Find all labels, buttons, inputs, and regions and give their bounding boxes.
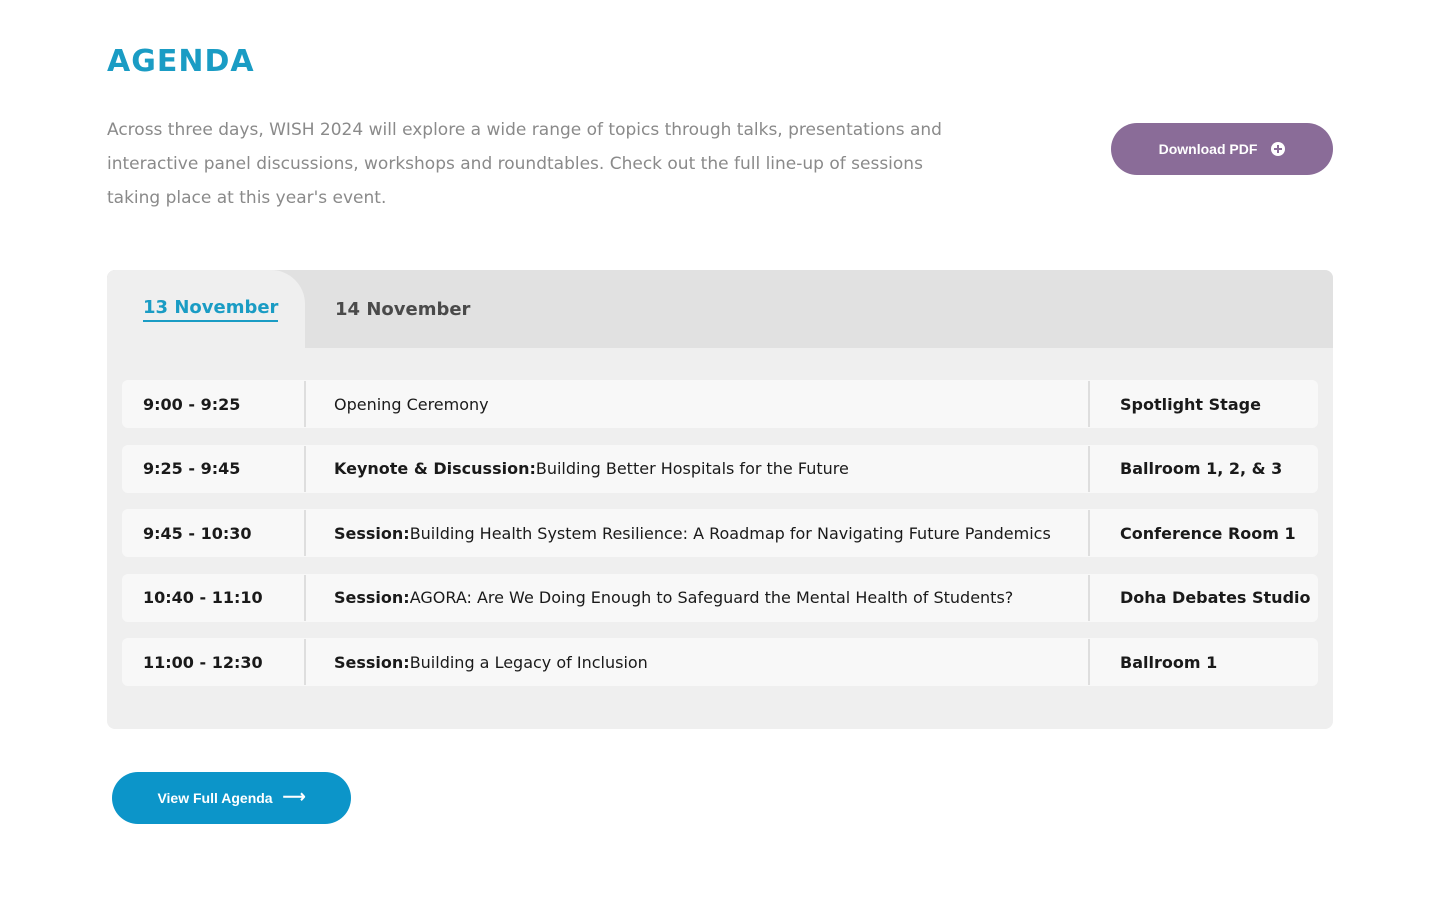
- agenda-page: AGENDA Across three days, WISH 2024 will…: [0, 0, 1440, 900]
- session-location: Doha Debates Studio: [1120, 588, 1311, 607]
- tab-14-november[interactable]: 14 November: [335, 270, 470, 348]
- agenda-panel: 13 November 14 November 9:00 - 9:25 Open…: [107, 270, 1333, 729]
- session-title-cell: Keynote & Discussion: Building Better Ho…: [306, 445, 1090, 492]
- session-title: Building a Legacy of Inclusion: [409, 652, 648, 672]
- session-list: 9:00 - 9:25 Opening Ceremony Spotlight S…: [122, 380, 1318, 703]
- session-row[interactable]: 9:00 - 9:25 Opening Ceremony Spotlight S…: [122, 380, 1318, 428]
- session-type-label: Session:: [334, 652, 410, 672]
- session-time: 9:25 - 9:45: [122, 445, 306, 492]
- tab-label: 13 November: [143, 297, 279, 322]
- session-location: Spotlight Stage: [1120, 394, 1261, 414]
- session-title: Building Better Hospitals for the Future: [535, 459, 849, 478]
- session-row[interactable]: 9:45 - 10:30 Session: Building Health Sy…: [122, 509, 1318, 557]
- session-row[interactable]: 10:40 - 11:10 Session: AGORA: Are We Doi…: [122, 573, 1318, 622]
- view-full-agenda-label: View Full Agenda: [157, 790, 273, 806]
- date-tabs: 13 November 14 November: [107, 270, 1333, 348]
- download-pdf-button[interactable]: Download PDF: [1111, 123, 1333, 175]
- session-type-label: Session:: [334, 523, 410, 543]
- tab-label: 14 November: [335, 298, 471, 320]
- session-type-label: Session:: [334, 588, 410, 607]
- session-title-cell: Session: Building a Legacy of Inclusion: [306, 639, 1090, 685]
- session-type-label: Keynote & Discussion:: [334, 459, 536, 478]
- session-time: 11:00 - 12:30: [122, 639, 306, 685]
- session-time: 9:45 - 10:30: [122, 510, 306, 556]
- session-location: Conference Room 1: [1120, 523, 1296, 543]
- view-full-agenda-button[interactable]: View Full Agenda ⟶: [112, 772, 351, 824]
- session-time: 9:00 - 9:25: [122, 381, 306, 427]
- page-title: AGENDA: [107, 44, 255, 79]
- arrow-right-icon: ⟶: [282, 789, 306, 806]
- intro-text: Across three days, WISH 2024 will explor…: [107, 120, 942, 208]
- session-location: Ballroom 1: [1120, 652, 1218, 672]
- download-pdf-label: Download PDF: [1158, 141, 1258, 157]
- plus-circle-icon: [1271, 142, 1286, 156]
- session-location: Ballroom 1, 2, & 3: [1120, 459, 1283, 478]
- session-title: Opening Ceremony: [334, 394, 489, 414]
- session-time: 10:40 - 11:10: [122, 574, 306, 621]
- session-row[interactable]: 11:00 - 12:30 Session: Building a Legacy…: [122, 638, 1318, 686]
- tab-13-november[interactable]: 13 November: [107, 270, 305, 348]
- session-title-cell: Session: Building Health System Resilien…: [306, 510, 1090, 556]
- session-title: Building Health System Resilience: A Roa…: [409, 523, 1051, 543]
- session-row[interactable]: 9:25 - 9:45 Keynote & Discussion: Buildi…: [122, 444, 1318, 493]
- session-title-cell: Opening Ceremony: [306, 381, 1090, 427]
- session-title-cell: Session: AGORA: Are We Doing Enough to S…: [306, 574, 1090, 621]
- session-title: AGORA: Are We Doing Enough to Safeguard …: [409, 588, 1014, 607]
